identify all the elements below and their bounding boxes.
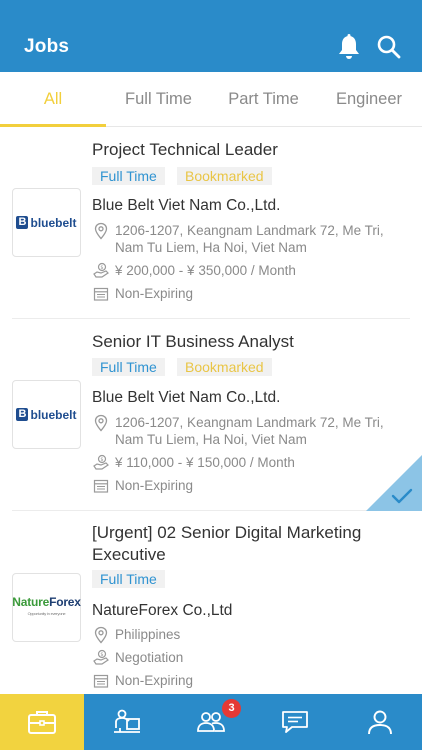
svg-text:$: $	[100, 457, 103, 463]
job-card[interactable]: [Urgent] 02 Senior Digital Marketing Exe…	[0, 511, 422, 694]
salary-icon: $	[93, 262, 109, 278]
job-type-badge: Full Time	[92, 358, 165, 376]
job-expiry: Non-Expiring	[92, 672, 402, 690]
natureforex-logo: NatureForex Opportunity in everyone	[12, 596, 81, 620]
bookmarked-badge: Bookmarked	[177, 167, 272, 185]
nav-jobs[interactable]	[0, 694, 85, 750]
job-type-badge: Full Time	[92, 167, 165, 185]
profile-icon	[367, 710, 392, 735]
address-text: Philippines	[115, 627, 181, 642]
logo-text-forex: Forex	[49, 594, 81, 609]
salary-text: ¥ 200,000 - ¥ 350,000 / Month	[115, 263, 296, 278]
job-salary: $ ¥ 200,000 - ¥ 350,000 / Month	[92, 262, 402, 280]
calendar-icon	[93, 479, 109, 493]
job-title: Senior IT Business Analyst	[92, 332, 294, 351]
logo-text: bluebelt	[30, 407, 77, 422]
presenter-icon	[113, 709, 140, 733]
salary-icon: $	[93, 649, 109, 665]
bell-icon[interactable]	[334, 32, 364, 62]
applied-check-icon	[366, 455, 422, 511]
tab-full-time[interactable]: Full Time	[106, 72, 211, 127]
location-pin-icon	[94, 626, 108, 644]
tab-all[interactable]: All	[0, 72, 106, 127]
nav-profile[interactable]	[338, 694, 422, 750]
logo-text: bluebelt	[30, 215, 77, 230]
company-logo: NatureForex Opportunity in everyone	[12, 573, 81, 642]
job-expiry: Non-Expiring	[92, 285, 402, 303]
job-type-badge: Full Time	[92, 570, 165, 588]
bottom-navigation: 3	[0, 694, 422, 750]
job-card[interactable]: Senior IT Business Analyst Full Time Boo…	[0, 319, 422, 511]
nav-messages[interactable]	[253, 694, 337, 750]
nav-presentations[interactable]	[84, 694, 168, 750]
job-filter-tabs: All Full Time Part Time Engineer	[0, 72, 422, 127]
search-icon[interactable]	[374, 32, 404, 62]
job-location: 1206-1207, Keangnam Landmark 72, Me Tri,…	[92, 414, 402, 450]
job-title: Project Technical Leader	[92, 140, 278, 159]
address-text: 1206-1207, Keangnam Landmark 72, Me Tri,…	[115, 223, 384, 255]
expiry-text: Non-Expiring	[115, 673, 194, 688]
job-expiry: Non-Expiring	[92, 477, 402, 495]
nav-community[interactable]	[169, 694, 253, 750]
briefcase-icon	[28, 711, 57, 734]
svg-text:$: $	[100, 265, 103, 271]
calendar-icon	[93, 287, 109, 301]
job-location: Philippines	[92, 626, 402, 644]
expiry-text: Non-Expiring	[115, 478, 194, 493]
tab-engineer[interactable]: Engineer	[316, 72, 422, 127]
calendar-icon	[93, 674, 109, 688]
salary-icon: $	[93, 454, 109, 470]
logo-text-nature: Nature	[12, 594, 50, 609]
salary-text: ¥ 110,000 - ¥ 150,000 / Month	[115, 455, 295, 470]
bluebelt-logo-mark: B	[16, 408, 29, 421]
location-pin-icon	[94, 222, 108, 240]
address-text: 1206-1207, Keangnam Landmark 72, Me Tri,…	[115, 415, 384, 447]
salary-text: Negotiation	[115, 650, 184, 665]
job-title: [Urgent] 02 Senior Digital Marketing Exe…	[92, 523, 362, 564]
notification-badge: 3	[222, 699, 241, 718]
chat-icon	[282, 711, 309, 733]
svg-text:$: $	[100, 652, 103, 658]
tab-part-time[interactable]: Part Time	[211, 72, 316, 127]
company-name: Blue Belt Viet Nam Co.,Ltd.	[92, 197, 281, 214]
company-logo: Bbluebelt	[12, 380, 81, 449]
app-header: Jobs	[0, 0, 422, 72]
expiry-text: Non-Expiring	[115, 286, 194, 301]
company-name: Blue Belt Viet Nam Co.,Ltd.	[92, 389, 281, 406]
location-pin-icon	[94, 414, 108, 432]
job-location: 1206-1207, Keangnam Landmark 72, Me Tri,…	[92, 222, 402, 258]
company-logo: Bbluebelt	[12, 188, 81, 257]
bluebelt-logo-mark: B	[16, 216, 29, 229]
job-card[interactable]: Project Technical Leader Full Time Bookm…	[0, 127, 422, 319]
page-title: Jobs	[24, 36, 70, 57]
bookmarked-badge: Bookmarked	[177, 358, 272, 376]
job-salary: $ Negotiation	[92, 649, 402, 667]
logo-tagline: Opportunity in everyone	[27, 610, 66, 616]
company-name: NatureForex Co.,Ltd	[92, 602, 233, 619]
job-salary: $ ¥ 110,000 - ¥ 150,000 / Month	[92, 454, 402, 472]
